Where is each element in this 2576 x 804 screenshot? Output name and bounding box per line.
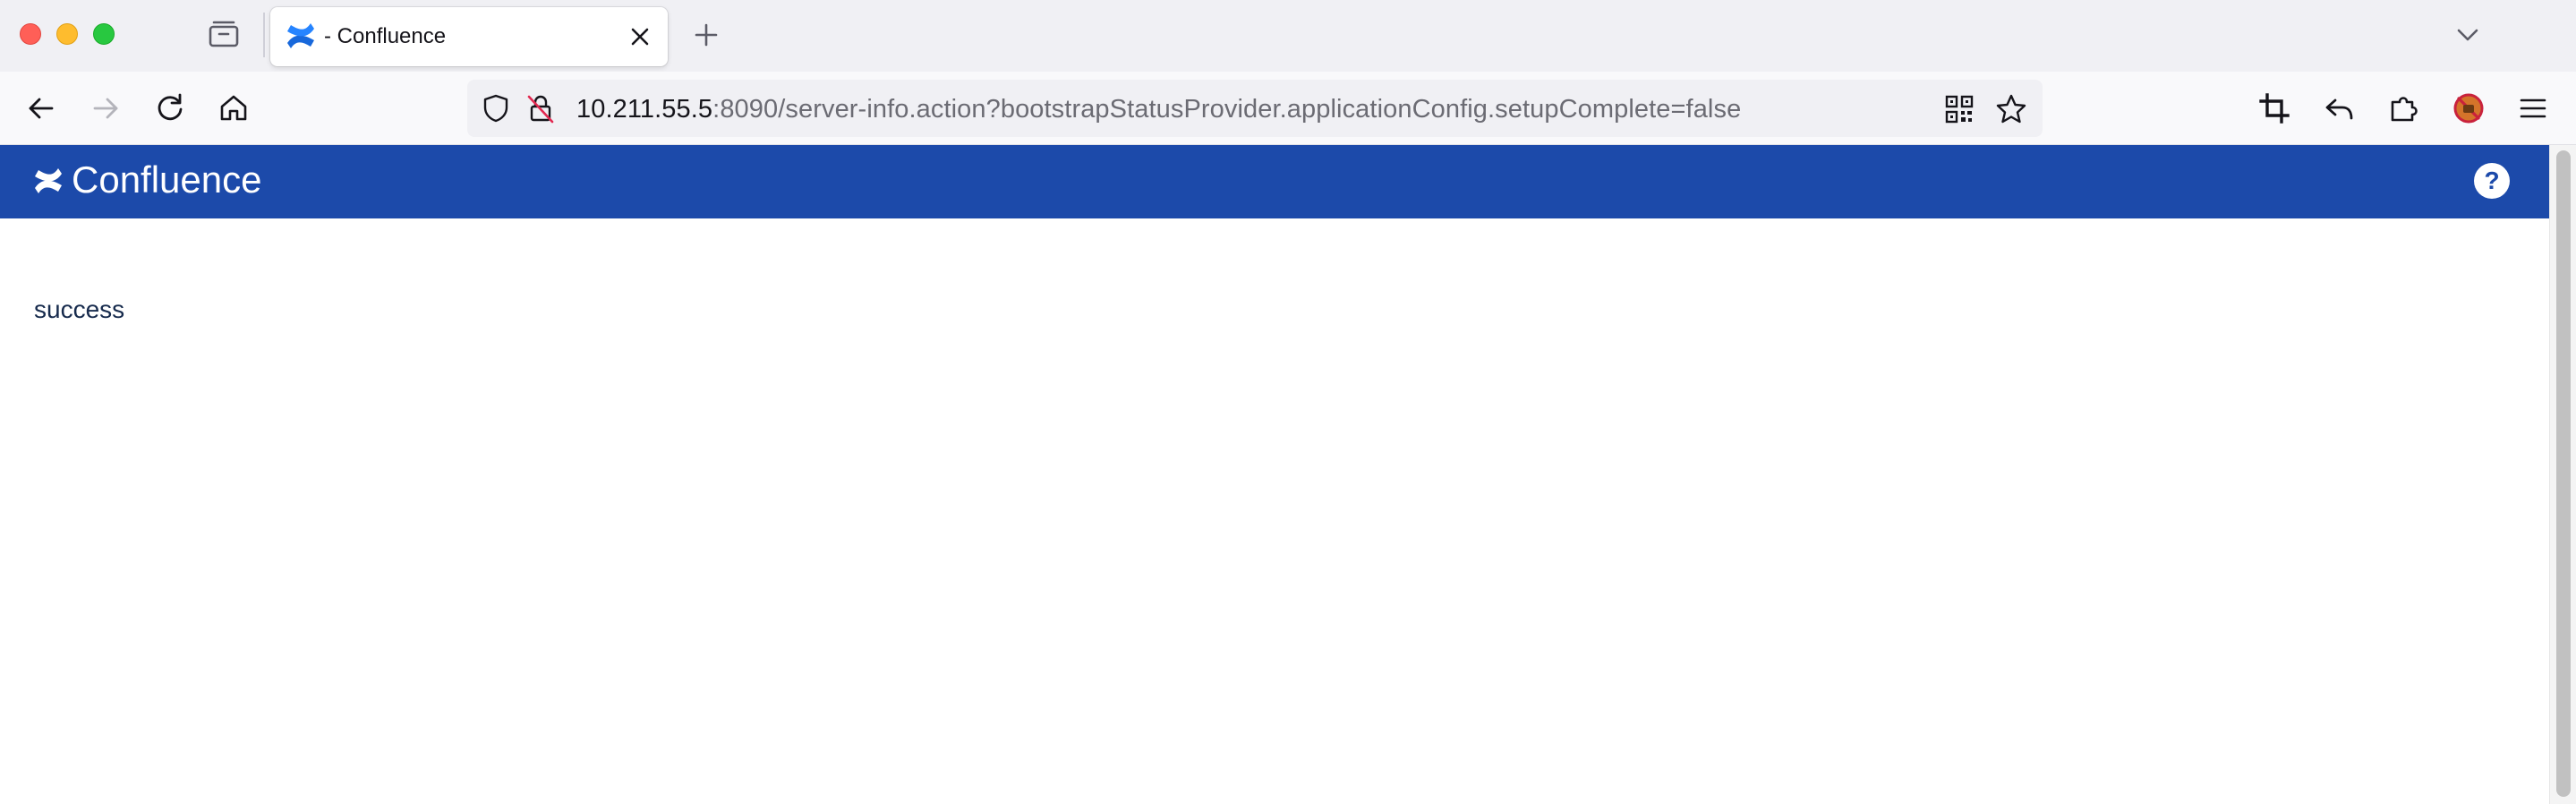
back-icon[interactable] <box>22 90 60 127</box>
help-icon[interactable]: ? <box>2472 161 2512 201</box>
screenshot-crop-icon[interactable] <box>2256 90 2293 127</box>
undo-icon[interactable] <box>2321 90 2358 127</box>
confluence-logo-icon[interactable] <box>32 165 64 197</box>
scrollbar-thumb[interactable] <box>2556 150 2571 797</box>
url-path: :8090/server-info.action?bootstrapStatus… <box>712 95 1742 124</box>
extensions-icon[interactable] <box>2385 90 2423 127</box>
minimize-window-button[interactable] <box>56 23 78 45</box>
url-host: 10.211.55.5 <box>576 95 713 124</box>
menu-icon[interactable] <box>2514 90 2552 127</box>
page-scrollbar[interactable] <box>2549 145 2576 804</box>
status-message: success <box>34 295 125 323</box>
confluence-header: Confluence ? <box>0 145 2549 218</box>
reload-icon[interactable] <box>151 90 189 127</box>
forward-icon <box>87 90 124 127</box>
close-tab-icon[interactable] <box>625 21 655 52</box>
insecure-lock-icon[interactable] <box>525 92 557 124</box>
navigation-toolbar: 10.211.55.5:8090/server-info.action?boot… <box>0 72 2576 145</box>
new-tab-icon[interactable] <box>691 20 721 50</box>
tab-confluence[interactable]: - Confluence <box>270 7 668 66</box>
tab-separator <box>263 13 265 57</box>
tab-strip: - Confluence <box>0 0 2576 72</box>
url-text[interactable]: 10.211.55.5:8090/server-info.action?boot… <box>576 95 1741 124</box>
tab-title: - Confluence <box>324 24 447 48</box>
qr-code-icon[interactable] <box>1944 94 1975 124</box>
tracking-protection-shield-icon[interactable] <box>480 92 512 124</box>
confluence-logo-icon <box>285 20 317 52</box>
tab-overview-icon[interactable] <box>208 20 240 48</box>
home-icon[interactable] <box>215 90 252 127</box>
blocked-addon-icon[interactable] <box>2450 90 2487 127</box>
address-bar[interactable]: 10.211.55.5:8090/server-info.action?boot… <box>467 80 2043 137</box>
bookmark-star-icon[interactable] <box>1994 92 2028 126</box>
page-content: Confluence ? success <box>0 145 2549 804</box>
maximize-window-button[interactable] <box>93 23 115 45</box>
svg-text:?: ? <box>2484 167 2499 194</box>
close-window-button[interactable] <box>20 23 41 45</box>
brand-name[interactable]: Confluence <box>72 158 261 201</box>
list-all-tabs-icon[interactable] <box>2452 20 2483 50</box>
